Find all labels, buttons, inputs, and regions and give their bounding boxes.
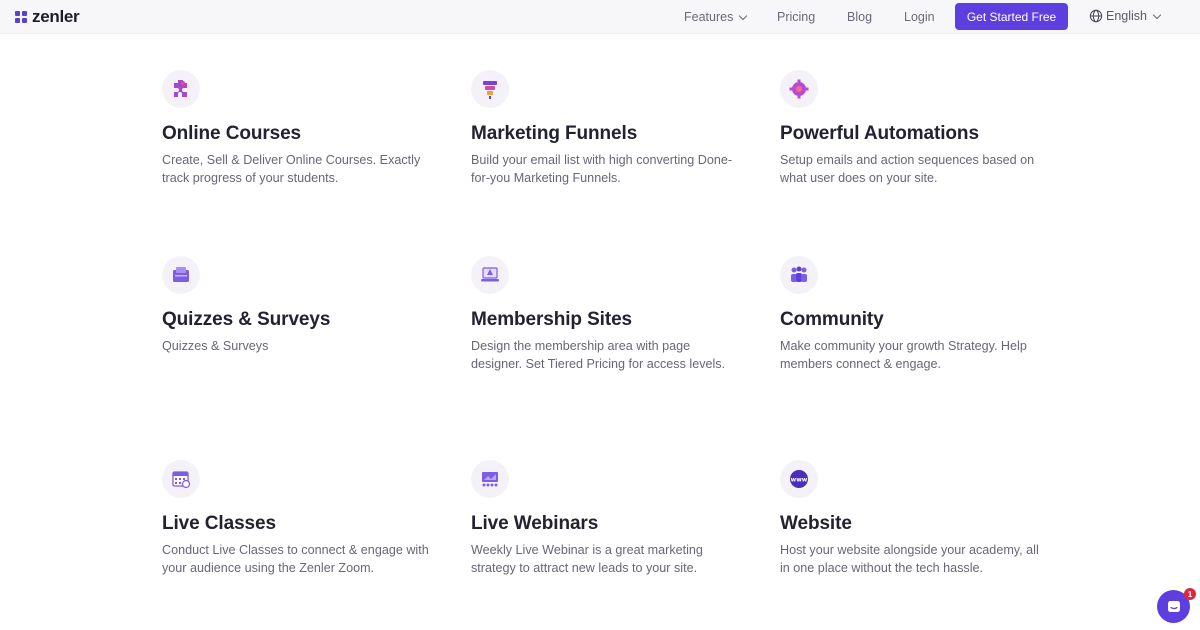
feature-description: Build your email list with high converti… xyxy=(471,153,733,185)
people-icon xyxy=(780,256,818,294)
feature-online-courses: Online Courses Create, Sell & Deliver On… xyxy=(162,70,432,187)
language-selector[interactable]: English xyxy=(1089,9,1162,23)
feature-title: Quizzes & Surveys xyxy=(162,309,331,330)
feature-title: Website xyxy=(780,513,852,534)
feature-membership-sites: Membership Sites Design the membership a… xyxy=(471,256,741,373)
chevron-down-icon xyxy=(739,11,748,20)
nav-features-menu[interactable]: Features xyxy=(684,10,748,24)
chat-icon xyxy=(1167,600,1180,612)
gear-icon xyxy=(780,70,818,108)
get-started-free-button[interactable]: Get Started Free xyxy=(955,3,1068,30)
nav-login-link[interactable]: Login xyxy=(904,10,935,24)
feature-live-webinars: Live Webinars Weekly Live Webinar is a g… xyxy=(471,460,741,577)
feature-title: Membership Sites xyxy=(471,309,633,330)
feature-description: Conduct Live Classes to connect & engage… xyxy=(162,543,429,575)
feature-title: Powerful Automations xyxy=(780,123,979,144)
top-navigation-bar: zenler Features Pricing Blog Login Get S… xyxy=(0,0,1200,34)
feature-title: Marketing Funnels xyxy=(471,123,638,144)
zenler-logo[interactable]: zenler xyxy=(15,7,80,26)
feature-website: www Website Host your website alongside … xyxy=(780,460,1050,577)
feature-description: Quizzes & Surveys xyxy=(162,339,269,353)
feature-powerful-automations: Powerful Automations Setup emails and ac… xyxy=(780,70,1050,187)
globe-icon xyxy=(1089,9,1103,23)
webinar-screen-icon xyxy=(471,460,509,498)
feature-quizzes-surveys: Quizzes & Surveys Quizzes & Surveys xyxy=(162,256,432,355)
chevron-down-icon xyxy=(1152,10,1162,19)
funnel-icon xyxy=(471,70,509,108)
feature-title: Community xyxy=(780,309,884,330)
nav-features-label: Features xyxy=(684,10,734,24)
feature-description: Create, Sell & Deliver Online Courses. E… xyxy=(162,153,421,185)
quiz-folder-icon xyxy=(162,256,200,294)
nav-blog-link[interactable]: Blog xyxy=(847,10,872,24)
www-globe-icon: www xyxy=(780,460,818,498)
feature-title: Online Courses xyxy=(162,123,302,144)
feature-description: Make community your growth Strategy. Hel… xyxy=(780,339,1027,371)
feature-live-classes: Live Classes Conduct Live Classes to con… xyxy=(162,460,432,577)
feature-description: Setup emails and action sequences based … xyxy=(780,153,1035,185)
feature-description: Weekly Live Webinar is a great marketing… xyxy=(471,543,703,575)
feature-title: Live Webinars xyxy=(471,513,599,534)
laptop-icon xyxy=(471,256,509,294)
svg-text:www: www xyxy=(791,477,808,484)
feature-marketing-funnels: Marketing Funnels Build your email list … xyxy=(471,70,741,187)
calendar-icon xyxy=(162,460,200,498)
nav-pricing-link[interactable]: Pricing xyxy=(777,10,815,24)
puzzle-icon xyxy=(162,70,200,108)
feature-description: Host your website alongside your academy… xyxy=(780,543,1039,575)
feature-title: Live Classes xyxy=(162,513,276,534)
language-label: English xyxy=(1106,9,1147,23)
brand-name: zenler xyxy=(32,7,80,26)
feature-description: Design the membership area with page des… xyxy=(471,339,726,371)
chat-notification-badge: 1 xyxy=(1184,588,1196,600)
zenler-logo-icon xyxy=(15,10,27,23)
feature-community: Community Make community your growth Str… xyxy=(780,256,1050,373)
